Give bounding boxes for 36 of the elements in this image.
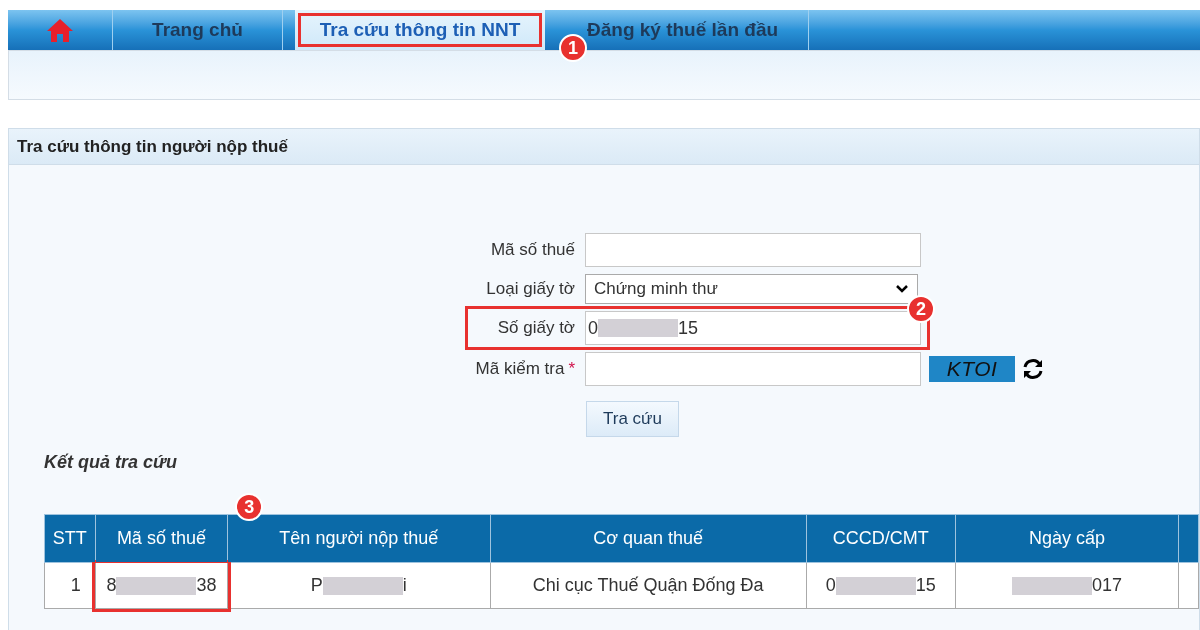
value-text: 15 bbox=[915, 575, 936, 595]
value-text: 0 bbox=[825, 575, 836, 595]
step-number-badge: 3 bbox=[235, 493, 264, 521]
value-text: 15 bbox=[678, 316, 699, 340]
text-input-field[interactable] bbox=[585, 233, 921, 267]
column-header: STT bbox=[44, 514, 96, 563]
value-text: 1 bbox=[70, 575, 81, 595]
value-text: 38 bbox=[196, 575, 217, 595]
search-button[interactable]: Tra cứu bbox=[586, 401, 679, 437]
value-text: 0 bbox=[588, 316, 598, 340]
required-asterisk: * bbox=[568, 358, 575, 381]
column-header: Ngày cấp bbox=[955, 514, 1179, 563]
text-input-field[interactable] bbox=[585, 352, 921, 386]
column-header: Tên người nộp thuế bbox=[227, 514, 491, 563]
field-label: Loại giấy tờ bbox=[486, 278, 575, 301]
column-header: CCCD/CMT bbox=[806, 514, 956, 563]
panel-title: Tra cứu thông tin người nộp thuế bbox=[17, 135, 288, 158]
nav-tab[interactable]: Tra cứu thông tin NNT bbox=[295, 10, 545, 50]
value-text: P bbox=[310, 575, 323, 595]
results-title: Kết quả tra cứu bbox=[44, 452, 177, 472]
field-label: Số giấy tờ bbox=[497, 317, 575, 340]
select-value: Chứng minh thư bbox=[594, 278, 718, 301]
field-label: Mã kiểm tra bbox=[475, 358, 565, 381]
captcha-image: KTOI bbox=[929, 356, 1015, 382]
document-type-select[interactable]: Chứng minh thư bbox=[585, 274, 918, 304]
value-text: 017 bbox=[1092, 575, 1123, 595]
value-text: i bbox=[402, 575, 407, 595]
refresh-icon[interactable] bbox=[1021, 358, 1045, 380]
value-text: Chi cục Thuế Quận Đống Đa bbox=[532, 575, 764, 595]
step-number-badge: 1 bbox=[559, 34, 587, 62]
chevron-down-icon bbox=[895, 284, 909, 294]
value-text: 8 bbox=[106, 575, 117, 595]
home-icon bbox=[46, 17, 74, 43]
column-header: Cơ quan thuế bbox=[490, 514, 807, 563]
step-number-badge: 2 bbox=[907, 295, 935, 323]
field-label: Mã số thuế bbox=[490, 239, 575, 262]
